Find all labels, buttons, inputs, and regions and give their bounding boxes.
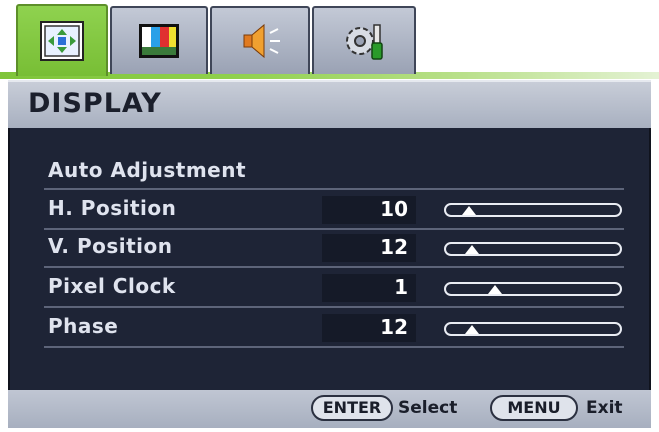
slider-thumb[interactable] bbox=[462, 206, 476, 215]
divider bbox=[44, 306, 624, 308]
audio-icon bbox=[243, 23, 280, 59]
phase-value: 12 bbox=[380, 315, 408, 339]
divider bbox=[44, 266, 624, 268]
slider-thumb[interactable] bbox=[465, 245, 479, 254]
picture-icon bbox=[139, 24, 179, 58]
title-bar: DISPLAY bbox=[8, 80, 651, 128]
pixel-clock-value-box: 1 bbox=[322, 274, 416, 302]
tab-audio[interactable] bbox=[210, 6, 310, 74]
pixel-clock-value: 1 bbox=[394, 275, 408, 299]
menu-item-pixel-clock[interactable]: Pixel Clock bbox=[48, 274, 176, 298]
enter-key-badge[interactable]: ENTER bbox=[311, 395, 393, 421]
h-position-slider[interactable] bbox=[444, 203, 622, 217]
enter-hint-label: Select bbox=[398, 398, 458, 418]
menu-item-v-position[interactable]: V. Position bbox=[48, 234, 173, 258]
h-position-value: 10 bbox=[380, 197, 408, 221]
display-icon bbox=[40, 21, 84, 61]
tab-picture[interactable] bbox=[110, 6, 208, 74]
slider-thumb[interactable] bbox=[465, 325, 479, 334]
v-position-value-box: 12 bbox=[322, 234, 416, 262]
display-menu-panel: Auto Adjustment H. Position 10 V. Positi… bbox=[8, 128, 651, 390]
slider-thumb[interactable] bbox=[488, 285, 502, 294]
menu-tab-strip bbox=[0, 0, 659, 79]
h-position-value-box: 10 bbox=[322, 196, 416, 224]
pixel-clock-slider[interactable] bbox=[444, 282, 622, 296]
tab-display[interactable] bbox=[16, 4, 108, 76]
page-title: DISPLAY bbox=[28, 88, 162, 119]
divider bbox=[44, 346, 624, 348]
v-position-value: 12 bbox=[380, 235, 408, 259]
v-position-slider[interactable] bbox=[444, 242, 622, 256]
menu-hint-label: Exit bbox=[586, 398, 623, 418]
footer-hint-bar: ENTER Select MENU Exit bbox=[8, 390, 651, 428]
tab-system[interactable] bbox=[312, 6, 416, 74]
phase-value-box: 12 bbox=[322, 314, 416, 342]
menu-item-h-position[interactable]: H. Position bbox=[48, 196, 176, 220]
menu-key-badge[interactable]: MENU bbox=[490, 395, 578, 421]
system-settings-icon bbox=[346, 24, 383, 60]
divider bbox=[44, 228, 624, 230]
menu-item-auto-adjustment[interactable]: Auto Adjustment bbox=[48, 158, 246, 182]
phase-slider[interactable] bbox=[444, 322, 622, 336]
menu-item-phase[interactable]: Phase bbox=[48, 314, 118, 338]
divider bbox=[44, 188, 624, 190]
